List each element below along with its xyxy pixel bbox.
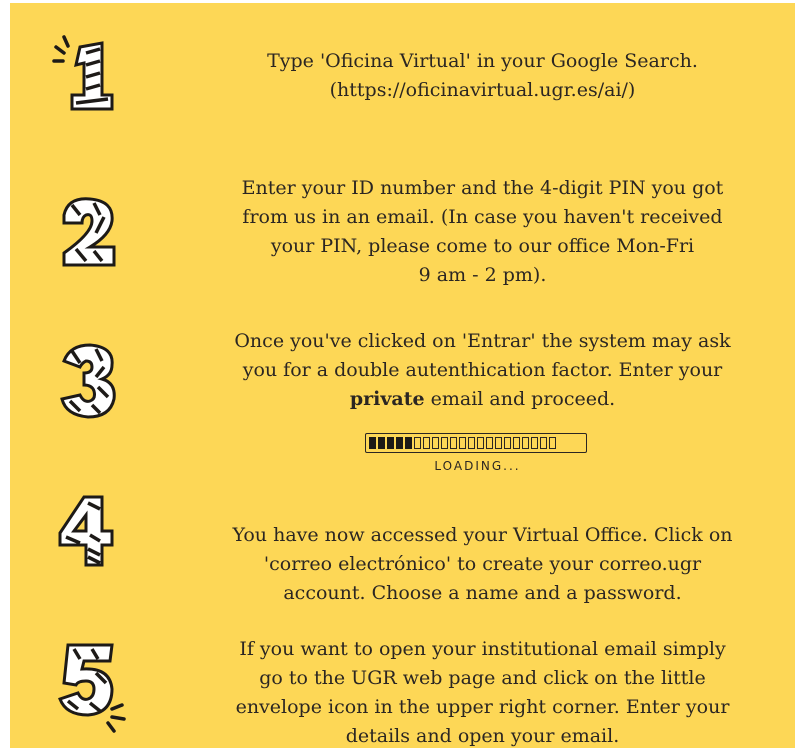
- progress-segment-empty: [468, 437, 475, 449]
- progress-segment-filled: [405, 437, 412, 449]
- progress-segment-empty: [495, 437, 502, 449]
- progress-segment-filled: [387, 437, 394, 449]
- step-1-text: Type 'Oficina Virtual' in your Google Se…: [190, 47, 775, 105]
- burst-lines-icon: [52, 35, 70, 63]
- step-3-bold-word: private: [349, 388, 425, 410]
- step-4-line-1: You have now accessed your Virtual Offic…: [232, 524, 733, 546]
- progress-segment-empty: [513, 437, 520, 449]
- step-2-line-1: Enter your ID number and the 4-digit PIN…: [241, 177, 724, 199]
- progress-segment-filled: [369, 437, 376, 449]
- step-number-4-icon: [50, 491, 130, 571]
- step-5-line-1: If you want to open your institutional e…: [239, 638, 726, 660]
- step-4-line-3: account. Choose a name and a password.: [283, 582, 682, 604]
- progress-segment-empty: [423, 437, 430, 449]
- step-3-line-1: Once you've clicked on 'Entrar' the syst…: [234, 330, 731, 352]
- progress-segment-empty: [531, 437, 538, 449]
- progress-segment-empty: [414, 437, 421, 449]
- step-number-3-icon: [50, 341, 130, 421]
- progress-segment-empty: [432, 437, 439, 449]
- step-5-line-3: envelope icon in the upper right corner.…: [235, 696, 730, 718]
- step-1-url: (https://oficinavirtual.ugr.es/ai/): [329, 79, 636, 101]
- step-2-line-2: from us in an email. (In case you haven'…: [242, 206, 723, 228]
- progress-segment-empty: [522, 437, 529, 449]
- progress-segment-filled: [396, 437, 403, 449]
- progress-segment-empty: [450, 437, 457, 449]
- step-3-text: Once you've clicked on 'Entrar' the syst…: [190, 327, 775, 414]
- progress-segment-empty: [486, 437, 493, 449]
- step-1-line-1: Type 'Oficina Virtual' in your Google Se…: [267, 50, 698, 72]
- burst-lines-bottom-icon: [106, 703, 126, 733]
- step-4-line-2: 'correo electrónico' to create your corr…: [263, 553, 702, 575]
- progress-segment-empty: [504, 437, 511, 449]
- instruction-card: Type 'Oficina Virtual' in your Google Se…: [10, 3, 795, 748]
- step-5-line-4: details and open your email.: [345, 725, 620, 747]
- loading-label: LOADING...: [434, 459, 521, 473]
- step-number-5-icon: [50, 639, 130, 733]
- step-2-line-3: your PIN, please come to our office Mon-…: [270, 235, 695, 257]
- step-3-line-2: you for a double autenthication factor. …: [242, 359, 723, 381]
- step-3-line-3-rest: email and proceed.: [424, 388, 616, 410]
- step-5-text: If you want to open your institutional e…: [190, 635, 775, 748]
- progress-segment-empty: [459, 437, 466, 449]
- step-2-line-4: 9 am - 2 pm).: [418, 264, 547, 286]
- progress-segment-filled: [378, 437, 385, 449]
- loading-indicator: LOADING...: [365, 433, 590, 473]
- progress-segment-empty: [549, 437, 556, 449]
- progress-segment-empty: [441, 437, 448, 449]
- loading-progress-bar: [365, 433, 587, 453]
- step-2-text: Enter your ID number and the 4-digit PIN…: [190, 174, 775, 290]
- step-5-line-2: go to the UGR web page and click on the …: [259, 667, 706, 689]
- step-4-text: You have now accessed your Virtual Offic…: [190, 521, 775, 608]
- progress-segment-empty: [540, 437, 547, 449]
- step-number-2-icon: [50, 193, 130, 273]
- progress-segment-empty: [477, 437, 484, 449]
- step-3-line-3: private email and proceed.: [190, 385, 775, 414]
- step-number-1-icon: [50, 33, 130, 113]
